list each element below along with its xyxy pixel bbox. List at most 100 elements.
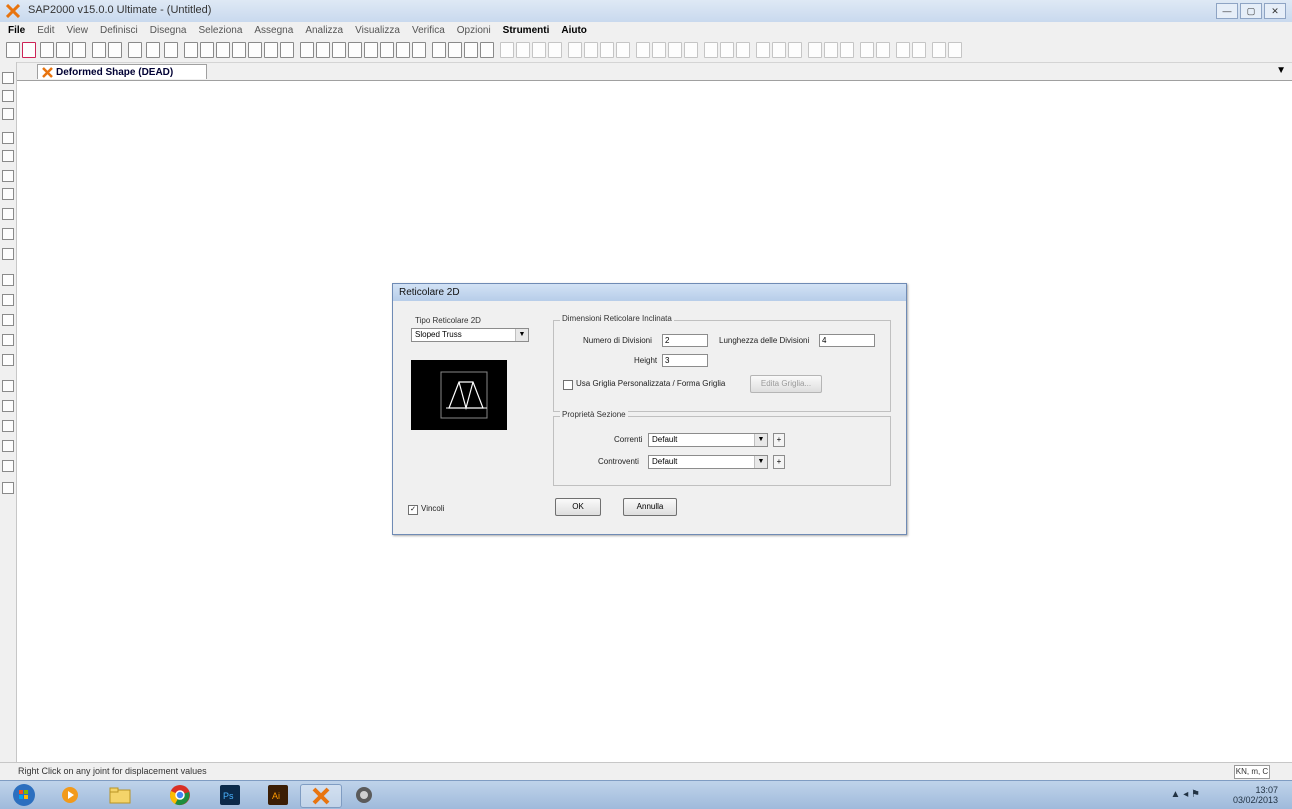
menu-design[interactable]: Verifica [412, 25, 445, 36]
undo-icon[interactable] [92, 42, 106, 58]
units-select[interactable]: KN, m, C [1234, 765, 1270, 779]
taskbar-media-player[interactable] [50, 784, 90, 806]
zoom-prev-icon[interactable] [216, 42, 230, 58]
design-icon[interactable] [704, 42, 718, 58]
section-designer-icon[interactable] [736, 42, 750, 58]
rebar-icon[interactable] [896, 42, 910, 58]
cancel-button[interactable]: Annulla [623, 498, 677, 516]
tendon-icon[interactable] [860, 42, 874, 58]
menu-analyze[interactable]: Analizza [305, 25, 343, 36]
assign-area-icon[interactable] [668, 42, 682, 58]
zoom-shape-icon[interactable] [280, 42, 294, 58]
assign-frame-icon[interactable] [652, 42, 666, 58]
snap-icon[interactable] [772, 42, 786, 58]
taskbar-app-extra[interactable] [344, 784, 384, 806]
draw-joint-icon[interactable] [2, 108, 14, 120]
section-cut-icon[interactable] [912, 42, 926, 58]
assign-load-icon[interactable] [684, 42, 698, 58]
quick-solid-icon[interactable] [2, 248, 14, 260]
menu-help[interactable]: Aiuto [561, 25, 587, 36]
show-stresses-icon[interactable] [516, 42, 530, 58]
assign-joint-icon[interactable] [636, 42, 650, 58]
redo-icon[interactable] [108, 42, 122, 58]
show-virtual-work-icon[interactable] [532, 42, 546, 58]
snap-ends-icon[interactable] [2, 380, 14, 392]
move-down-icon[interactable] [412, 42, 426, 58]
refresh-window-icon[interactable] [128, 42, 142, 58]
chords-section-select[interactable]: Default ▼ [648, 433, 768, 447]
menu-view[interactable]: View [66, 25, 88, 36]
new-model-icon[interactable] [6, 42, 20, 58]
draw-rect-area-icon[interactable] [2, 188, 14, 200]
maximize-button[interactable]: ▢ [1240, 3, 1262, 19]
tab-dropdown-icon[interactable]: ▼ [1276, 65, 1286, 76]
rotate-view-icon[interactable] [364, 42, 378, 58]
restraints-checkbox[interactable]: ✓ [408, 505, 418, 515]
draw-area-icon[interactable] [584, 42, 598, 58]
open-icon[interactable] [22, 42, 36, 58]
snap-perpendicular-icon[interactable] [2, 420, 14, 432]
print-table-icon[interactable] [72, 42, 86, 58]
quick-area-icon[interactable] [2, 208, 14, 220]
menu-edit[interactable]: Edit [37, 25, 54, 36]
menu-select[interactable]: Seleziona [198, 25, 242, 36]
truss-type-select[interactable]: Sloped Truss ▼ [411, 328, 529, 342]
taskbar-sap2000[interactable] [300, 784, 342, 808]
snap-intersections-icon[interactable] [2, 400, 14, 412]
layout-line-icon[interactable] [932, 42, 946, 58]
height-input[interactable] [662, 354, 708, 367]
taskbar-illustrator[interactable]: Ai [258, 784, 298, 806]
quick-line-icon[interactable] [2, 150, 14, 162]
menu-assign[interactable]: Assegna [254, 25, 293, 36]
chords-add-button[interactable]: + [773, 433, 785, 447]
draw-solid-left-icon[interactable] [2, 228, 14, 240]
print-icon[interactable] [56, 42, 70, 58]
menu-display[interactable]: Visualizza [355, 25, 400, 36]
tray-icons[interactable]: ▲ ◂ ⚑ [1171, 789, 1200, 800]
custom-grid-checkbox[interactable] [563, 380, 573, 390]
draw-solid-icon[interactable] [600, 42, 614, 58]
tab-deformed-shape[interactable]: Deformed Shape (DEAD) [37, 64, 207, 79]
taskbar-explorer[interactable] [100, 784, 140, 806]
bridge-icon[interactable] [808, 42, 822, 58]
num-divisions-input[interactable] [662, 334, 708, 347]
xz-view-icon[interactable] [332, 42, 346, 58]
braces-section-select[interactable]: Default ▼ [648, 455, 768, 469]
zoom-in-icon[interactable] [232, 42, 246, 58]
draw-poly-area-icon[interactable] [2, 170, 14, 182]
zoom-rubber-band-icon[interactable] [184, 42, 198, 58]
intersecting-line-icon[interactable] [2, 334, 14, 346]
left-toolbar-expand-icon[interactable] [2, 482, 14, 494]
xy-view-icon[interactable] [316, 42, 330, 58]
braces-add-button[interactable]: + [773, 455, 785, 469]
set-display-options-icon[interactable] [448, 42, 462, 58]
snap-lines-icon[interactable] [2, 440, 14, 452]
move-up-icon[interactable] [396, 42, 410, 58]
vehicle-icon[interactable] [840, 42, 854, 58]
select-all-icon[interactable] [2, 274, 14, 286]
run-analysis-icon[interactable] [164, 42, 178, 58]
quick-draw-icon[interactable] [756, 42, 770, 58]
snap-joints-icon[interactable] [2, 354, 14, 366]
edit-grid-button[interactable]: Edita Griglia... [750, 375, 822, 393]
ok-button[interactable]: OK [555, 498, 601, 516]
start-button[interactable] [4, 784, 44, 806]
menu-define[interactable]: Definisci [100, 25, 138, 36]
check-icon[interactable] [720, 42, 734, 58]
snap-fine-grid-icon[interactable] [2, 460, 14, 472]
zoom-out-icon[interactable] [248, 42, 262, 58]
menu-options[interactable]: Opzioni [457, 25, 491, 36]
taskbar-photoshop[interactable]: Ps [210, 784, 250, 806]
menu-draw[interactable]: Disegna [150, 25, 187, 36]
show-undeformed-icon[interactable] [464, 42, 478, 58]
more-tools-icon[interactable] [948, 42, 962, 58]
yz-view-icon[interactable] [348, 42, 362, 58]
close-button[interactable]: ✕ [1264, 3, 1286, 19]
draw-link-icon[interactable] [616, 42, 630, 58]
clear-selection-icon[interactable] [2, 314, 14, 326]
object-shrink-icon[interactable] [432, 42, 446, 58]
lane-icon[interactable] [824, 42, 838, 58]
lock-icon[interactable] [146, 42, 160, 58]
reshape-icon[interactable] [2, 90, 14, 102]
pointer-icon[interactable] [2, 72, 14, 84]
